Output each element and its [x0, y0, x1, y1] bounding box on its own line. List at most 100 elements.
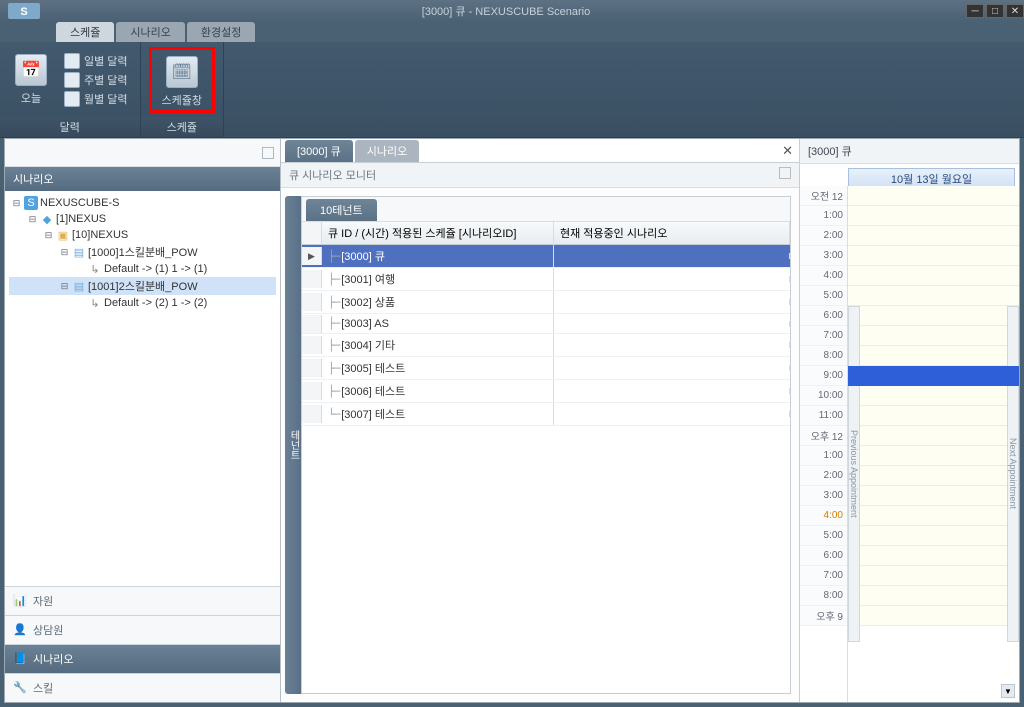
grid-body: ▶├─[3000] 큐├─[3001] 여행├─[3002] 상품├─[3003… — [302, 245, 790, 426]
tree-item[interactable]: ⊟▣[10]NEXUS — [9, 227, 276, 243]
table-row[interactable]: └─[3007] 테스트 — [302, 403, 790, 426]
tree-item[interactable]: ⊟▤[1001]2스킬분배_POW — [9, 277, 276, 295]
center-pane: [3000] 큐 시나리오 ✕ 큐 시나리오 모니터 테넌트 10테넌트 큐 I… — [281, 139, 799, 702]
next-appointment-band[interactable]: Next Appointment — [1007, 306, 1019, 642]
expand-icon[interactable]: ⊟ — [27, 214, 38, 225]
expand-icon[interactable]: ⊟ — [43, 230, 54, 241]
calendar-cell[interactable] — [848, 266, 1019, 286]
calendar-cell[interactable] — [848, 426, 1019, 446]
tree-label: Default -> (1) 1 -> (1) — [104, 263, 207, 275]
appointment-block[interactable] — [848, 366, 1019, 386]
row-label: [3000] 큐 — [341, 248, 385, 264]
col-id[interactable]: 큐 ID / (시간) 적용된 스케쥴 [시나리오ID] — [322, 222, 554, 244]
calendar-cell[interactable] — [848, 526, 1019, 546]
expand-icon[interactable]: ⊟ — [59, 281, 70, 292]
calendar-cell[interactable] — [848, 406, 1019, 426]
tab-schedule[interactable]: 스케쥴 — [56, 22, 114, 42]
time-label: 6:00 — [800, 306, 847, 326]
titlebar: S [3000] 큐 - NEXUSCUBE Scenario ─ □ ✕ — [0, 0, 1024, 22]
tenant-vertical-tab[interactable]: 테넌트 — [285, 196, 301, 694]
tree-label: [1000]1스킬분배_POW — [88, 244, 198, 260]
time-label: 11:00 — [800, 406, 847, 426]
tenant-tab[interactable]: 10테넌트 — [306, 199, 377, 221]
nav-icon: 🔧 — [13, 681, 27, 695]
tree-item[interactable]: ⊟▤[1000]1스킬분배_POW — [9, 243, 276, 261]
table-row[interactable]: ├─[3001] 여행 — [302, 268, 790, 291]
tree-item[interactable]: ↳Default -> (1) 1 -> (1) — [9, 261, 276, 277]
tab-scenario[interactable]: 시나리오 — [116, 22, 184, 42]
time-label: 4:00 — [800, 266, 847, 286]
row-marker — [302, 382, 322, 400]
calendar-cell[interactable] — [848, 186, 1019, 206]
row-label: [3004] 기타 — [341, 337, 395, 353]
app-icon: S — [24, 196, 38, 210]
expand-icon[interactable] — [75, 298, 86, 309]
calendar-body[interactable]: Previous Appointment Next Appointment ▼ — [848, 186, 1019, 702]
calendar-cell[interactable] — [848, 246, 1019, 266]
calendar-cell[interactable] — [848, 326, 1019, 346]
scenario-tree[interactable]: ⊟SNEXUSCUBE-S⊟◆[1]NEXUS⊟▣[10]NEXUS⊟▤[100… — [5, 191, 280, 586]
weekly-calendar-button[interactable]: 주별 달력 — [60, 71, 132, 89]
nav-상담원[interactable]: 👤상담원 — [5, 615, 280, 644]
maximize-button[interactable]: □ — [986, 4, 1004, 18]
window-title: [3000] 큐 - NEXUSCUBE Scenario — [48, 3, 964, 19]
scroll-down-button[interactable]: ▼ — [1001, 684, 1015, 698]
calendar-cell[interactable] — [848, 286, 1019, 306]
time-label: 오후 12 — [800, 426, 847, 446]
table-row[interactable]: ├─[3005] 테스트 — [302, 357, 790, 380]
nav-sections: 📊자원👤상담원📘시나리오🔧스킬 — [5, 586, 280, 702]
schedule-window-button[interactable]: 🗓 스케쥴창 — [149, 47, 215, 113]
expand-icon[interactable]: ⊟ — [11, 198, 22, 209]
col-marker — [302, 222, 322, 244]
nav-시나리오[interactable]: 📘시나리오 — [5, 644, 280, 673]
row-label: [3001] 여행 — [341, 271, 395, 287]
tree-item[interactable]: ↳Default -> (2) 1 -> (2) — [9, 295, 276, 311]
tree-item[interactable]: ⊟SNEXUSCUBE-S — [9, 195, 276, 211]
monthly-calendar-button[interactable]: 월별 달력 — [60, 90, 132, 108]
calendar-cell[interactable] — [848, 566, 1019, 586]
calendar-cell[interactable] — [848, 466, 1019, 486]
time-labels: 오전 121:002:003:004:005:006:007:008:009:0… — [800, 186, 848, 702]
table-row[interactable]: ▶├─[3000] 큐 — [302, 245, 790, 268]
calendar-cell[interactable] — [848, 346, 1019, 366]
tab-close-button[interactable]: ✕ — [782, 143, 793, 159]
nav-자원[interactable]: 📊자원 — [5, 586, 280, 615]
calendar-cell[interactable] — [848, 226, 1019, 246]
table-row[interactable]: ├─[3006] 테스트 — [302, 380, 790, 403]
daily-calendar-button[interactable]: 일별 달력 — [60, 52, 132, 70]
calendar-cell[interactable] — [848, 606, 1019, 626]
calendar-cell[interactable] — [848, 206, 1019, 226]
monthly-label: 월별 달력 — [84, 91, 128, 107]
close-button[interactable]: ✕ — [1006, 4, 1024, 18]
calendar-cell[interactable] — [848, 506, 1019, 526]
left-pane: 시나리오 ⊟SNEXUSCUBE-S⊟◆[1]NEXUS⊟▣[10]NEXUS⊟… — [5, 139, 281, 702]
calendar-cell[interactable] — [848, 546, 1019, 566]
prev-appointment-band[interactable]: Previous Appointment — [848, 306, 860, 642]
today-button[interactable]: 📅 오늘 — [8, 49, 54, 111]
expand-icon[interactable]: ⊟ — [59, 247, 70, 258]
table-row[interactable]: ├─[3003] AS — [302, 314, 790, 334]
table-row[interactable]: ├─[3002] 상품 — [302, 291, 790, 314]
ribbon: 📅 오늘 일별 달력 주별 달력 월별 달력 달력 🗓 스케쥴창 스케쥴 — [0, 42, 1024, 138]
row-label: [3002] 상품 — [341, 294, 395, 310]
col-current[interactable]: 현재 적용중인 시나리오 — [554, 222, 790, 244]
table-row[interactable]: ├─[3004] 기타 — [302, 334, 790, 357]
calendar-cell[interactable] — [848, 446, 1019, 466]
tab-settings[interactable]: 환경설정 — [187, 22, 255, 42]
tab-scenario2[interactable]: 시나리오 — [355, 140, 419, 162]
pin-icon[interactable] — [779, 167, 791, 179]
row-marker — [302, 315, 322, 333]
grid-wrap: 테넌트 10테넌트 큐 ID / (시간) 적용된 스케쥴 [시나리오ID] 현… — [281, 188, 799, 702]
row-current — [554, 365, 790, 371]
monitor-subheader: 큐 시나리오 모니터 — [281, 163, 799, 188]
tab-queue[interactable]: [3000] 큐 — [285, 140, 353, 162]
calendar-cell[interactable] — [848, 306, 1019, 326]
calendar-cell[interactable] — [848, 586, 1019, 606]
calendar-cell[interactable] — [848, 486, 1019, 506]
minimize-button[interactable]: ─ — [966, 4, 984, 18]
weekly-label: 주별 달력 — [84, 72, 128, 88]
calendar-cell[interactable] — [848, 386, 1019, 406]
tree-item[interactable]: ⊟◆[1]NEXUS — [9, 211, 276, 227]
nav-스킬[interactable]: 🔧스킬 — [5, 673, 280, 702]
expand-icon[interactable] — [75, 264, 86, 275]
